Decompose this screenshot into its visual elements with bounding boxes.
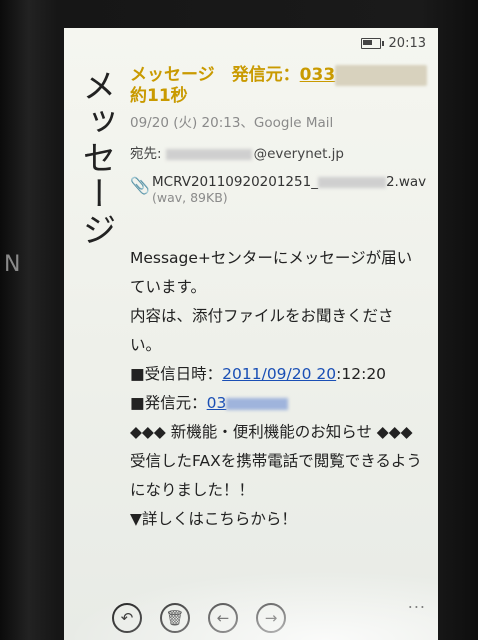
- pivot-title: メッセージ: [76, 68, 116, 248]
- subject-sender-number[interactable]: 033: [300, 65, 336, 85]
- email-header: メッセージ 発信元：033XXXXXXX 約11秒 09/20 (火) 20:1…: [130, 65, 430, 131]
- recipient-domain: @everynet.jp: [253, 146, 344, 162]
- body-line-2: 内容は、添付ファイルをお聞きください。: [130, 307, 394, 354]
- attachment-name: MCRV20110920201251_ 2.wav: [152, 174, 430, 190]
- side-glyph: N: [4, 252, 21, 277]
- paperclip-icon: 📎: [130, 176, 150, 195]
- reply-icon[interactable]: ↶: [112, 603, 142, 633]
- attachment-name-end: 2.wav: [385, 174, 427, 190]
- email-body: Message+センターにメッセージが届いています。 内容は、添付ファイルをお聞…: [130, 244, 422, 534]
- subject-duration: 約11秒: [130, 86, 188, 106]
- attachment-redacted: [317, 176, 386, 188]
- previous-icon[interactable]: ←: [208, 603, 238, 633]
- body-line-4: ▼詳しくはこちらから！: [130, 510, 297, 528]
- subject-prefix: メッセージ 発信元：: [130, 65, 300, 85]
- subject-redacted: XXXXXXX: [335, 65, 427, 86]
- body-sender: ■発信元：03: [130, 389, 422, 418]
- body-received: ■受信日時：2011/09/20 20:12:20: [130, 360, 422, 389]
- received-date-link[interactable]: 2011/09/20 20: [222, 365, 336, 383]
- attachment-name-start: MCRV20110920201251_: [152, 174, 318, 190]
- sender-label: ■発信元：: [130, 394, 207, 412]
- email-meta: 09/20 (火) 20:13、Google Mail: [130, 115, 334, 131]
- battery-icon: [360, 38, 384, 49]
- recipient-redacted: [165, 148, 252, 160]
- next-icon[interactable]: →: [256, 603, 286, 633]
- sender-number-link[interactable]: 03: [207, 394, 227, 412]
- status-bar: 20:13: [360, 36, 426, 51]
- delete-icon[interactable]: 🗑: [160, 603, 190, 633]
- sender-redacted: [226, 397, 289, 410]
- screen: 20:13 メッセージ メッセージ 発信元：033XXXXXXX 約11秒 09…: [64, 28, 438, 640]
- body-notice: ◆◆◆ 新機能・便利機能のお知らせ ◆◆◆: [130, 423, 413, 441]
- more-menu-button[interactable]: ...: [408, 593, 426, 612]
- attachment-info: (wav, 89KB): [152, 190, 228, 205]
- attachment[interactable]: 📎 MCRV20110920201251_ 2.wav (wav, 89KB): [130, 174, 430, 205]
- body-line-3: 受信したFAXを携帯電話で閲覧できるようになりました！！: [130, 452, 422, 499]
- received-label: ■受信日時：: [130, 365, 223, 383]
- recipient-line[interactable]: 宛先: @everynet.jp: [130, 142, 344, 162]
- body-line-1: Message+センターにメッセージが届いています。: [130, 249, 413, 296]
- email-subject: メッセージ 発信元：033XXXXXXX 約11秒: [130, 65, 430, 107]
- app-bar: ↶ 🗑 ← →: [64, 596, 438, 640]
- received-time-rest: :12:20: [336, 365, 387, 383]
- recipient-label: 宛先:: [130, 146, 162, 162]
- status-time: 20:13: [388, 36, 426, 51]
